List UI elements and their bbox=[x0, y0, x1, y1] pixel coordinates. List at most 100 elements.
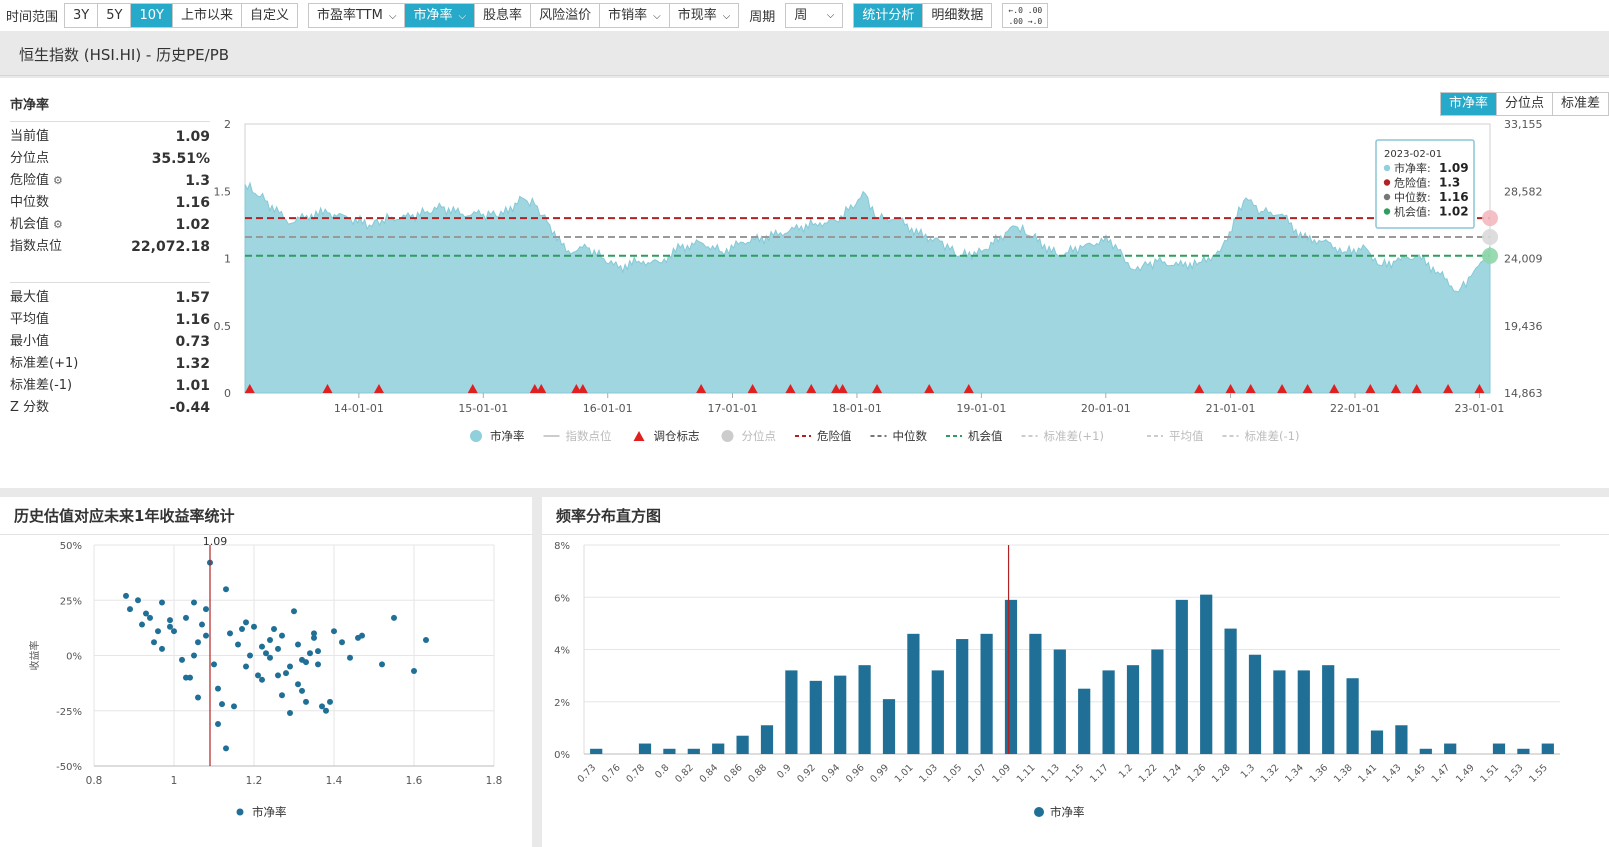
hist-x-tick: 1.51 bbox=[1478, 762, 1501, 785]
scatter-point bbox=[147, 614, 153, 621]
hist-bar bbox=[736, 735, 749, 754]
range-custom-button[interactable]: 自定义 bbox=[241, 4, 297, 27]
chevron-down-icon: ⌵ bbox=[388, 11, 397, 22]
hist-x-tick: 1.47 bbox=[1430, 762, 1453, 785]
x-tick-label: 23-01-01 bbox=[1454, 402, 1504, 415]
metric-pe-ttm-dropdown[interactable]: 市盈率TTM ⌵ bbox=[308, 4, 406, 27]
metric-pcf-dropdown[interactable]: 市现率 ⌵ bbox=[669, 4, 739, 27]
return-scatter-chart[interactable]: -50% -25% 0% 25% 50% 0.8 1 1.2 1.4 1.6 1.8 收益率 1.09 市… bbox=[0, 535, 532, 847]
metric-pcf-label: 市现率 bbox=[677, 8, 717, 23]
metric-risk-premium-button[interactable]: 风险溢价 bbox=[531, 4, 601, 27]
hist-x-tick: 1.24 bbox=[1161, 762, 1184, 785]
hist-x-tick: 1.28 bbox=[1210, 762, 1233, 785]
hist-y-tick: 8% bbox=[554, 541, 570, 552]
hist-y-tick: 2% bbox=[554, 698, 570, 709]
decimal-precision-icon[interactable]: ←.0 .00 .00 →.0 bbox=[1002, 3, 1049, 28]
tooltip-label: 机会值: bbox=[1394, 205, 1431, 219]
scatter-x-tick: 1.2 bbox=[246, 775, 263, 787]
scatter-point bbox=[127, 606, 133, 613]
hist-bar bbox=[956, 639, 969, 754]
metric-pb-dropdown[interactable]: 市净率 ⌵ bbox=[405, 4, 476, 27]
scatter-x-tick: 0.8 bbox=[86, 775, 103, 787]
left-axis-tick: 0 bbox=[224, 387, 231, 400]
left-axis-tick: 1 bbox=[224, 253, 231, 266]
scatter-point bbox=[279, 692, 285, 699]
scatter-point bbox=[287, 709, 293, 716]
hist-x-tick: 0.88 bbox=[746, 762, 769, 785]
hist-bar bbox=[760, 725, 774, 754]
range-since-listing-button[interactable]: 上市以来 bbox=[172, 4, 242, 27]
scatter-y-tick: 0% bbox=[66, 652, 82, 663]
scatter-point bbox=[203, 606, 209, 613]
range-5y-button[interactable]: 5Y bbox=[98, 4, 132, 27]
scatter-point bbox=[235, 641, 241, 648]
hist-bar bbox=[1322, 665, 1335, 754]
x-tick-label: 15-01-01 bbox=[458, 402, 508, 415]
scatter-point bbox=[379, 661, 385, 668]
pb-history-chart[interactable]: 0 0.5 1 1.5 2 14,863 19,436 24,009 28,582 33,155 1… bbox=[0, 78, 1609, 488]
opportunity-end-marker bbox=[1482, 247, 1498, 264]
range-10y-button[interactable]: 10Y bbox=[131, 4, 173, 27]
x-tick-label: 20-01-01 bbox=[1081, 402, 1131, 415]
scatter-point bbox=[295, 641, 301, 648]
scatter-point bbox=[179, 656, 185, 663]
frequency-histogram-chart[interactable]: 0% 2% 4% 6% 8% 0.73 0.76 0.78 0.8 0.82 0.84 0.86 0.8… bbox=[542, 535, 1609, 847]
hist-x-tick: 1.01 bbox=[893, 762, 916, 785]
range-3y-button[interactable]: 3Y bbox=[65, 4, 99, 27]
hist-bar bbox=[1346, 678, 1359, 754]
stats-analysis-button[interactable]: 统计分析 bbox=[854, 4, 924, 27]
hist-bar bbox=[590, 748, 603, 754]
legend-symbol bbox=[470, 430, 482, 442]
scatter-current-label: 1.09 bbox=[203, 535, 228, 548]
hist-bar bbox=[1444, 743, 1457, 754]
tooltip-value: 1.16 bbox=[1439, 190, 1469, 204]
hist-bar bbox=[712, 743, 725, 754]
hist-bar bbox=[834, 675, 847, 754]
hist-x-tick: 1.49 bbox=[1454, 762, 1477, 785]
scatter-point bbox=[391, 614, 397, 621]
hist-x-tick: 0.82 bbox=[673, 762, 696, 785]
tooltip-value: 1.3 bbox=[1439, 176, 1460, 190]
mode-button-group: 统计分析 明细数据 bbox=[853, 3, 993, 28]
scatter-point bbox=[231, 703, 237, 710]
scatter-point bbox=[411, 667, 417, 674]
hist-bar bbox=[882, 699, 896, 754]
scatter-point bbox=[251, 623, 257, 630]
hist-x-tick: 0.86 bbox=[722, 762, 745, 785]
scatter-point bbox=[159, 599, 165, 606]
scatter-x-tick: 1.6 bbox=[406, 775, 423, 787]
hist-bar bbox=[1053, 649, 1066, 754]
decimal-precision-bottom: .00 →.0 bbox=[1008, 17, 1043, 26]
scatter-point bbox=[287, 663, 293, 670]
hist-bar bbox=[1078, 688, 1091, 754]
legend-label: 分位点 bbox=[742, 429, 777, 443]
scatter-point bbox=[159, 645, 165, 652]
legend-label: 市净率 bbox=[490, 429, 525, 443]
hist-bar bbox=[1370, 730, 1384, 754]
scatter-point bbox=[183, 614, 189, 621]
scatter-point bbox=[315, 661, 321, 668]
hist-bar bbox=[1175, 599, 1188, 754]
scatter-point bbox=[167, 617, 173, 624]
hist-x-tick: 0.99 bbox=[868, 762, 891, 785]
scatter-point bbox=[223, 745, 229, 752]
hist-x-tick: 1.15 bbox=[1064, 762, 1087, 785]
right-axis-tick: 33,155 bbox=[1504, 118, 1543, 131]
scatter-point bbox=[219, 701, 225, 708]
period-select[interactable]: 周 ⌵ bbox=[785, 3, 844, 28]
metric-dividend-button[interactable]: 股息率 bbox=[475, 4, 532, 27]
detail-data-button[interactable]: 明细数据 bbox=[923, 4, 992, 27]
legend-label: 机会值 bbox=[968, 429, 1003, 443]
scatter-point bbox=[191, 652, 197, 659]
hist-x-tick: 1.03 bbox=[917, 762, 940, 785]
scatter-point bbox=[327, 698, 333, 705]
hist-bar bbox=[907, 633, 920, 754]
x-tick-label: 19-01-01 bbox=[956, 402, 1006, 415]
hist-bar bbox=[1151, 649, 1164, 754]
metric-ps-dropdown[interactable]: 市销率 ⌵ bbox=[600, 4, 670, 27]
hist-bar bbox=[1004, 599, 1018, 754]
hist-x-tick: 1.07 bbox=[966, 762, 989, 785]
hist-y-tick: 4% bbox=[554, 646, 570, 657]
scatter-point bbox=[203, 632, 209, 639]
metric-pe-ttm-label: 市盈率TTM bbox=[316, 8, 383, 23]
